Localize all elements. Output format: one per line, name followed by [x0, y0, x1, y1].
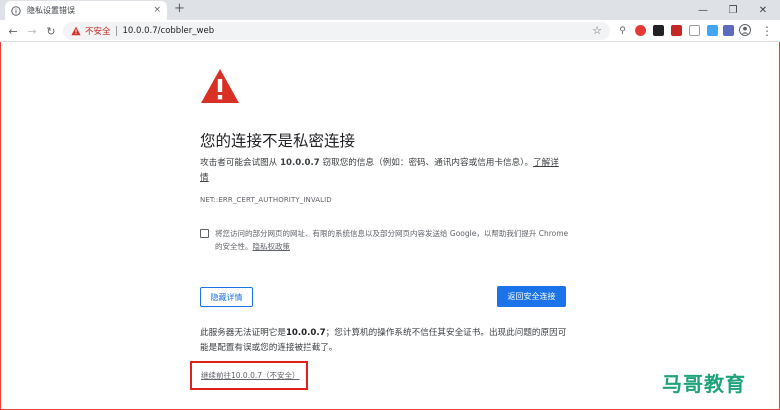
- extension-translate-icon[interactable]: [723, 25, 734, 36]
- details-text: 此服务器无法证明它是10.0.0.7；您计算机的操作系统不信任其安全证书。出现此…: [200, 326, 570, 356]
- title-bar: 隐私设置错误 × + — ❐ ✕: [0, 0, 780, 20]
- page-title: 您的连接不是私密连接: [200, 132, 356, 150]
- watermark-logo: 马哥教育: [662, 372, 746, 396]
- details-host: 10.0.0.7: [285, 328, 326, 338]
- window-close-button[interactable]: ✕: [748, 0, 778, 20]
- extension-bike-icon[interactable]: ⚲: [617, 25, 628, 36]
- extension-pdf-icon[interactable]: [671, 25, 682, 36]
- interstitial-page: 您的连接不是私密连接 攻击者可能会试图从 10.0.0.7 窃取您的信息（例如：…: [0, 43, 780, 410]
- insecure-label[interactable]: 不安全: [85, 25, 111, 37]
- desc-suffix: 窃取您的信息（例如：密码、通讯内容或信用卡信息）。: [319, 158, 534, 168]
- privacy-policy-link[interactable]: 隐私权政策: [253, 242, 291, 251]
- danger-triangle-icon: [201, 69, 239, 103]
- bookmark-star-icon[interactable]: ☆: [592, 24, 602, 37]
- forward-button[interactable]: →: [24, 23, 40, 39]
- minimize-button[interactable]: —: [688, 0, 718, 20]
- back-to-safety-button[interactable]: 返回安全连接: [497, 286, 566, 307]
- error-code: NET::ERR_CERT_AUTHORITY_INVALID: [200, 196, 332, 204]
- back-button[interactable]: ←: [5, 23, 21, 39]
- extension-blue-icon[interactable]: [707, 25, 718, 36]
- warning-icon: [71, 26, 81, 36]
- tab-close-icon[interactable]: ×: [153, 6, 161, 15]
- desc-host: 10.0.0.7: [280, 158, 320, 168]
- toolbar: ← → ↻ 不安全 10.0.0.7/cobbler_web ☆ ⚲ ⋮: [0, 20, 780, 42]
- new-tab-button[interactable]: +: [174, 2, 185, 16]
- extension-red-circle-icon[interactable]: [635, 25, 646, 36]
- extension-grey-icon[interactable]: [689, 25, 700, 36]
- hide-details-button[interactable]: 隐藏详情: [200, 287, 253, 307]
- info-icon: [11, 5, 21, 16]
- desc-prefix: 攻击者可能会试图从: [200, 158, 281, 168]
- safe-browsing-optin: 将您访问的部分网页的网址、有限的系统信息以及部分网页内容发送给 Google，以…: [200, 227, 570, 253]
- menu-icon[interactable]: ⋮: [759, 23, 775, 39]
- optin-checkbox[interactable]: [200, 229, 209, 238]
- url-text[interactable]: 10.0.0.7/cobbler_web: [123, 26, 215, 36]
- proceed-unsafe-link[interactable]: 继续前往10.0.0.7（不安全）: [201, 370, 300, 381]
- address-separator: [115, 26, 117, 36]
- address-bar[interactable]: 不安全 10.0.0.7/cobbler_web ☆: [63, 22, 610, 40]
- error-description: 攻击者可能会试图从 10.0.0.7 窃取您的信息（例如：密码、通讯内容或信用卡…: [200, 156, 565, 186]
- details-part1: 此服务器无法证明它是: [200, 328, 286, 338]
- reload-button[interactable]: ↻: [43, 23, 59, 39]
- tab-title: 隐私设置错误: [27, 6, 75, 15]
- extension-dark-icon[interactable]: [653, 25, 664, 36]
- profile-avatar-icon[interactable]: [739, 24, 751, 36]
- restore-button[interactable]: ❐: [718, 0, 748, 20]
- optin-label: 将您访问的部分网页的网址、有限的系统信息以及部分网页内容发送给 Google，以…: [215, 227, 570, 253]
- tab-privacy-error[interactable]: 隐私设置错误 ×: [5, 1, 167, 20]
